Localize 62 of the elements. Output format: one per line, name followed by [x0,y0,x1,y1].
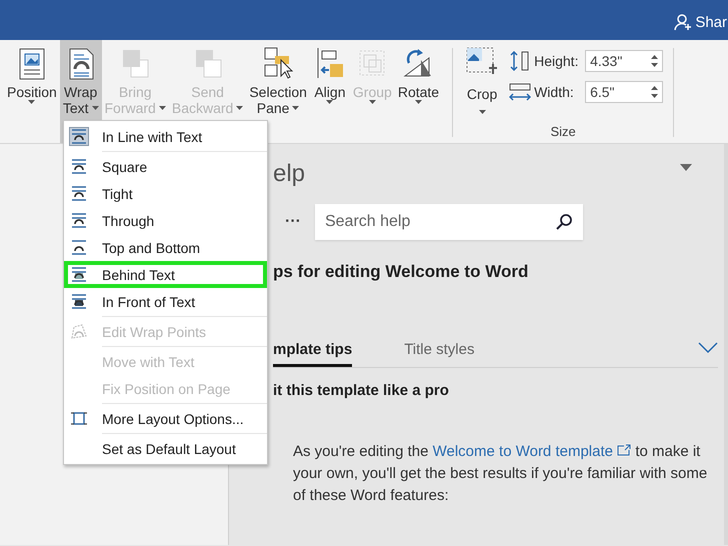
menu-item[interactable]: In Front of Text [64,288,267,315]
caret-icon [92,106,98,110]
add-person-icon [674,13,692,31]
bring-forward-icon [123,50,149,78]
selection-pane-icon [264,48,294,79]
send-backward-icon [196,50,222,78]
size-label: Height: [534,53,580,69]
pane-heading: ps for editing Welcome to Word [273,262,530,282]
share-button[interactable]: Shar [674,9,727,31]
caret-icon [368,100,376,104]
menu-item[interactable]: Set as Default Layout [64,435,267,462]
wrap-option-icon [70,128,88,145]
wrap-option-icon [70,266,88,283]
paragraph: As you're editing the Welcome to Word template to make it your own, you'll get the best results if you're familiar with some of these Word features: [293,442,708,506]
external-link-icon [617,444,632,456]
chevron-down-icon[interactable] [698,342,718,353]
caret-icon [478,110,486,114]
wrap-points-icon [70,323,88,340]
group-icon [360,50,385,76]
ribbon-button[interactable]: Align [310,40,350,143]
picture-position-icon [19,48,44,80]
menu-item[interactable]: Through [64,207,267,234]
caret-icon [236,106,244,110]
wrap-option-icon [70,185,88,202]
wrap-text-icon [69,48,94,80]
more-button[interactable]: ··· [285,213,301,231]
ribbon-button[interactable]: Position [4,40,60,143]
spinner-icon [651,55,658,67]
pane-tab[interactable]: Title styles [404,340,474,367]
wrap-option-icon [70,158,88,175]
search-icon [554,213,573,231]
crop-button[interactable]: Crop [463,46,502,114]
spinner-icon [651,86,658,98]
menu-item[interactable]: More Layout Options... [64,405,267,432]
layout-options-icon [70,410,88,427]
dropdown-icon[interactable] [680,164,692,171]
pane-title: elp [273,160,306,189]
width-icon [509,82,532,102]
pane-tab[interactable]: mplate tips [273,340,352,367]
caret-icon [326,100,334,104]
wrap-option-icon [70,293,88,310]
search-field[interactable]: Search help [314,204,583,240]
menu-item[interactable]: Top and Bottom [64,234,267,261]
template-link[interactable]: Welcome to Word template [432,443,632,460]
caret-icon [28,100,36,104]
size-field[interactable]: 4.33" [585,50,664,72]
size-label: Width: [534,84,575,100]
caret-icon [414,100,422,104]
caret-icon [158,106,166,110]
section-title: it this template like a pro [273,382,450,399]
group-label: Size [550,124,576,139]
wrap-option-icon [70,212,88,229]
menu-item[interactable]: Square [64,153,267,180]
menu-item[interactable]: Tight [64,180,267,207]
height-icon [509,51,532,71]
align-icon [317,48,343,78]
size-field[interactable]: 6.5" [585,81,664,103]
rotate-icon [404,49,432,76]
menu-item[interactable]: Behind Text [64,261,267,288]
caret-icon [292,106,300,110]
ribbon-button[interactable]: Rotate [394,40,442,143]
wrap-option-icon [70,239,88,256]
